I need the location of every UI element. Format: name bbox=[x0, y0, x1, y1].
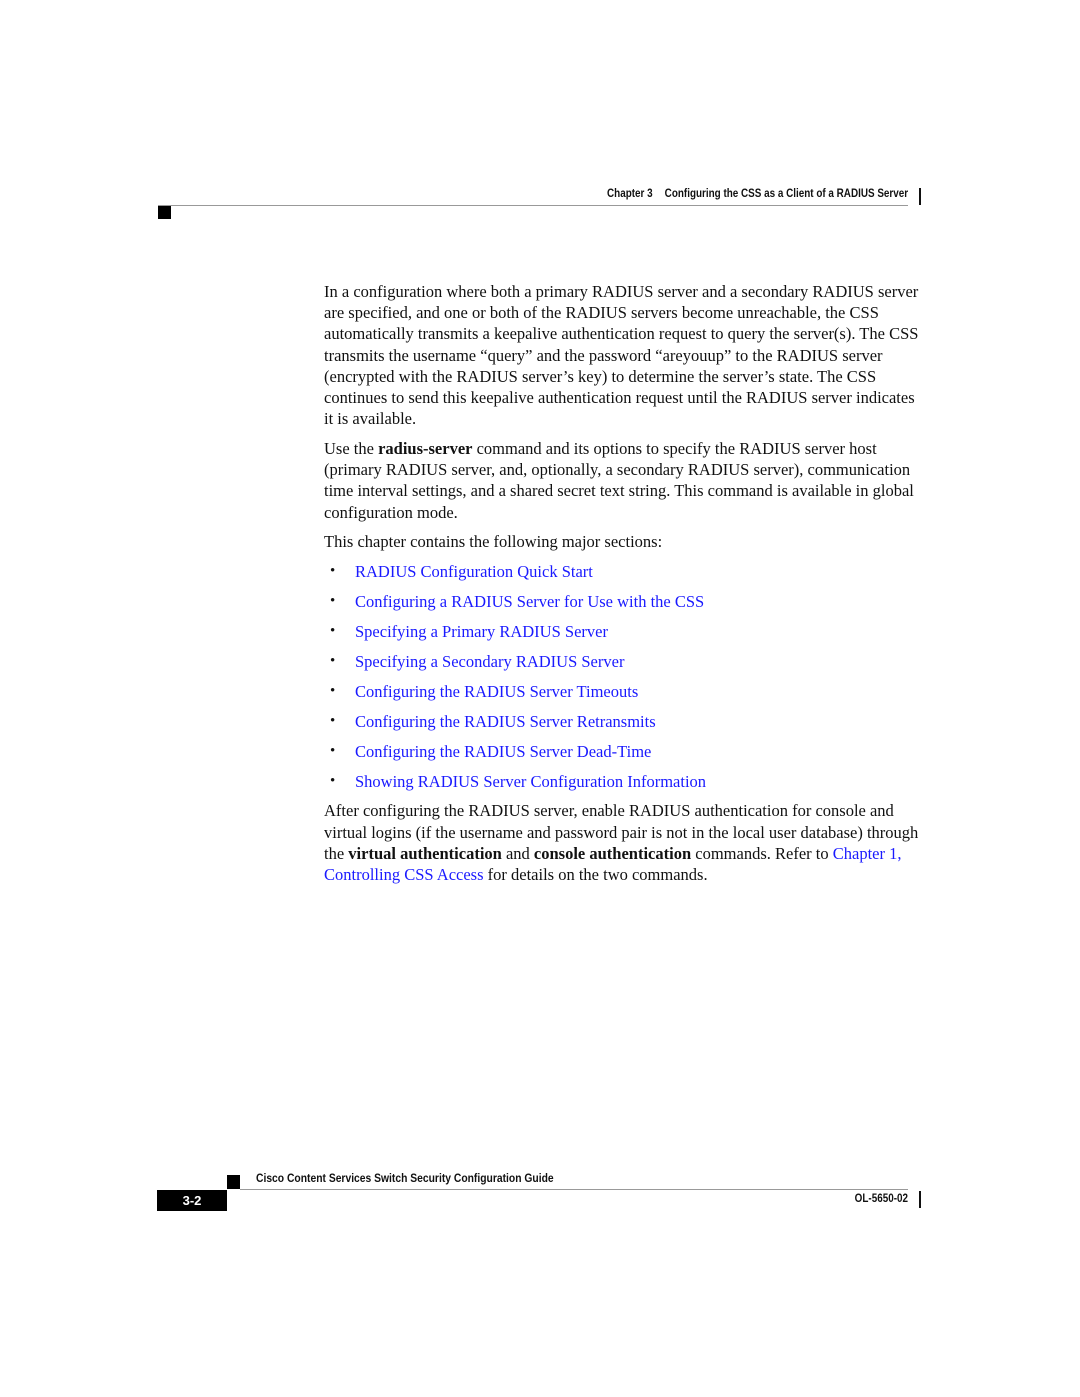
bullet-icon: • bbox=[330, 713, 336, 730]
bullet-icon: • bbox=[330, 773, 336, 790]
section-link-dead-time[interactable]: Configuring the RADIUS Server Dead-Time bbox=[355, 742, 651, 761]
footer-rule bbox=[240, 1189, 908, 1190]
page-number: 3-2 bbox=[157, 1190, 227, 1211]
section-link-retransmits[interactable]: Configuring the RADIUS Server Retransmit… bbox=[355, 712, 656, 731]
section-link-show-config[interactable]: Showing RADIUS Server Configuration Info… bbox=[355, 772, 706, 791]
section-list-item: • Configuring the RADIUS Server Dead-Time bbox=[324, 741, 924, 771]
section-list-item: • Specifying a Primary RADIUS Server bbox=[324, 621, 924, 651]
sections-intro: This chapter contains the following majo… bbox=[324, 532, 663, 552]
body-content: In a configuration where both a primary … bbox=[324, 281, 924, 894]
footer-guide-title: Cisco Content Services Switch Security C… bbox=[256, 1171, 554, 1185]
after-configuring-paragraph: After configuring the RADIUS server, ena… bbox=[324, 801, 919, 885]
command-console-authentication: console authentication bbox=[533, 843, 692, 863]
header-chapter-label: Chapter 3 bbox=[606, 188, 653, 200]
bullet-icon: • bbox=[330, 683, 336, 700]
sections-list: • RADIUS Configuration Quick Start • Confi… bbox=[324, 561, 924, 800]
header-chapter-title: Configuring the CSS as a Client of a RAD… bbox=[664, 188, 908, 200]
section-link-secondary-server[interactable]: Specifying a Secondary RADIUS Server bbox=[355, 652, 624, 671]
footer-change-bar bbox=[919, 1191, 921, 1208]
bullet-icon: • bbox=[330, 653, 336, 670]
bullet-icon: • bbox=[330, 743, 336, 760]
section-link-configuring-server[interactable]: Configuring a RADIUS Server for Use with… bbox=[355, 592, 704, 611]
section-link-quick-start[interactable]: RADIUS Configuration Quick Start bbox=[355, 562, 593, 581]
command-name: radius-server bbox=[378, 438, 473, 458]
bullet-icon: • bbox=[330, 623, 336, 640]
section-link-primary-server[interactable]: Specifying a Primary RADIUS Server bbox=[355, 622, 608, 641]
running-header: Chapter 3 Configuring the CSS as a Client… bbox=[607, 188, 908, 200]
section-list-item: • Configuring the RADIUS Server Timeouts bbox=[324, 681, 924, 711]
header-change-bar bbox=[919, 188, 921, 205]
section-list-item: • Showing RADIUS Server Configuration Inf… bbox=[324, 771, 924, 800]
bullet-icon: • bbox=[330, 593, 336, 610]
document-page: Chapter 3 Configuring the CSS as a Client… bbox=[0, 0, 1080, 1397]
section-list-item: • RADIUS Configuration Quick Start bbox=[324, 561, 924, 591]
header-marker-square bbox=[158, 206, 171, 219]
section-list-item: • Configuring a RADIUS Server for Use wit… bbox=[324, 591, 924, 621]
section-list-item: • Configuring the RADIUS Server Retransmi… bbox=[324, 711, 924, 741]
bullet-icon: • bbox=[330, 563, 336, 580]
radius-server-paragraph: Use the radius-server command and its op… bbox=[324, 438, 914, 522]
footer-marker-square bbox=[227, 1175, 240, 1189]
header-rule bbox=[158, 205, 908, 206]
section-list-item: • Specifying a Secondary RADIUS Server bbox=[324, 651, 924, 681]
command-virtual-authentication: virtual authentication bbox=[348, 843, 502, 863]
intro-paragraph: In a configuration where both a primary … bbox=[324, 282, 919, 429]
footer-doc-number: OL-5650-02 bbox=[854, 1193, 908, 1205]
section-link-timeouts[interactable]: Configuring the RADIUS Server Timeouts bbox=[355, 682, 638, 701]
